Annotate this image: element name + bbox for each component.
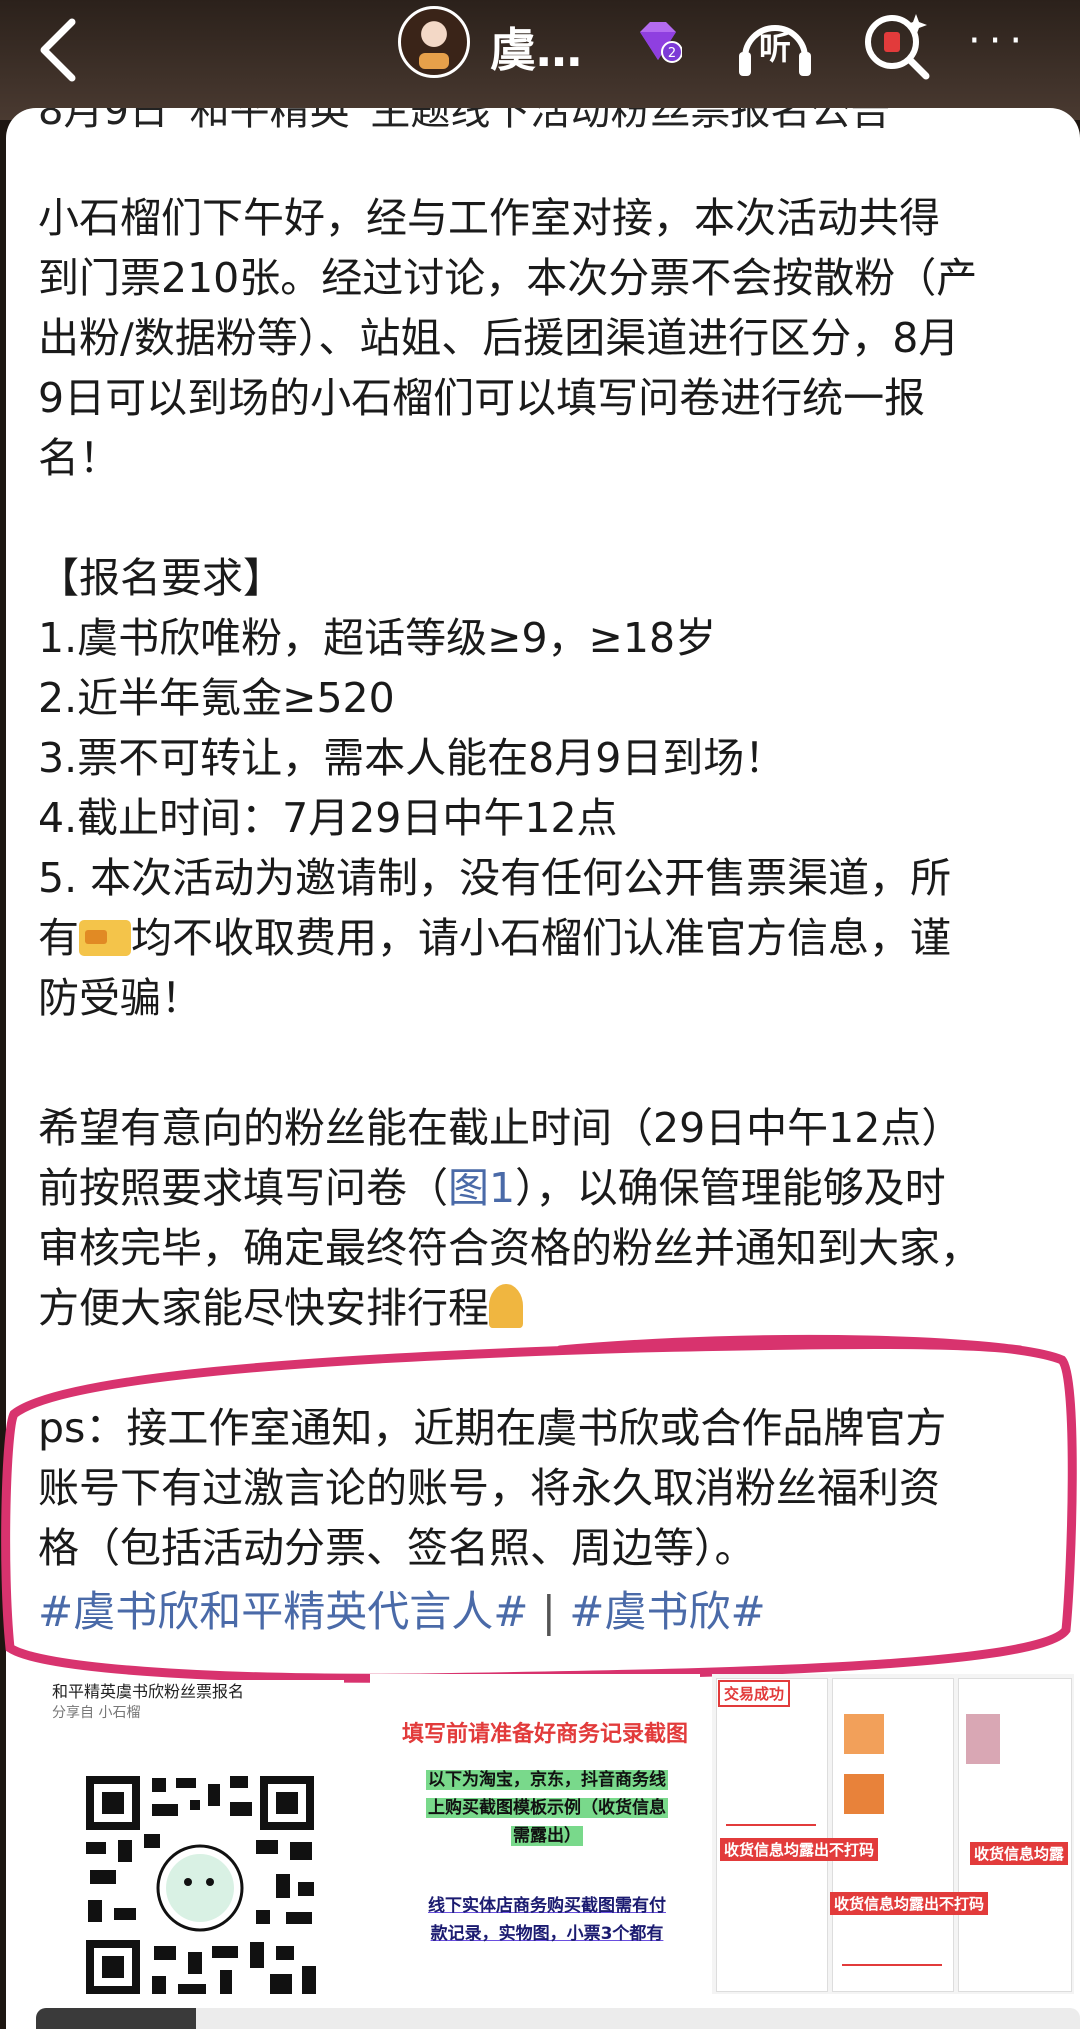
image-link[interactable]: 图1 — [448, 1164, 515, 1212]
text-line: 款记录，实物图，小票3个都有 — [430, 1924, 664, 1944]
listen-button[interactable]: 听 — [735, 6, 815, 82]
requirements-title: 【报名要求】 — [38, 554, 284, 602]
requirement-item: 4.截止时间：7月29日中午12点 — [38, 794, 618, 842]
image-title: 和平精英虞书欣粉丝票报名 — [52, 1682, 245, 1701]
note-label: 收货信息均露出不打码 — [830, 1892, 989, 1915]
username[interactable]: 虞… — [490, 14, 582, 80]
requirement-item: 2.近半年氪金≥520 — [38, 674, 395, 722]
text-fragment: 有 — [38, 914, 79, 962]
note-label: 收货信息均露出不打码 — [720, 1838, 879, 1861]
image-subtitle: 分享自 小石榴 — [52, 1705, 141, 1721]
image-heading: 填写前请准备好商务记录截图 — [402, 1722, 689, 1747]
post-paragraph-deadline: 希望有意向的粉丝能在截止时间（29日中午12点） 前按照要求填写问卷（图1），以… — [38, 1098, 1048, 1338]
product-thumbnail — [966, 1714, 1000, 1764]
hashtag-link[interactable]: #虞书欣# — [569, 1587, 765, 1636]
top-bar: 虞… 2 听 ··· — [0, 0, 1080, 120]
highlight-line — [842, 1964, 942, 1966]
text-line: 以下为淘宝，京东，抖音商务线 — [426, 1770, 668, 1790]
diamond-badge-icon[interactable]: 2 — [634, 20, 682, 64]
requirement-item: 1.虞书欣唯粉，超话等级≥9，≥18岁 — [38, 614, 717, 662]
text-line: 线下实体店商务购买截图需有付 — [428, 1896, 666, 1916]
status-label: 交易成功 — [718, 1680, 791, 1707]
hashtag-separator: | — [528, 1587, 570, 1636]
text-fragment: ），以确保管理能够及时 — [515, 1164, 946, 1212]
text-line: 出粉/数据粉等）、站姐、后援团渠道进行区分，8月 — [38, 314, 960, 362]
requirement-item-cont: 防受骗！ — [38, 974, 202, 1022]
requirement-item: 5. 本次活动为邀请制，没有任何公开售票渠道，所 — [38, 854, 952, 902]
text-line: 账号下有过激言论的账号，将永久取消粉丝福利资 — [38, 1464, 940, 1512]
qr-code-icon — [80, 1770, 320, 2000]
purchase-screenshot-image[interactable]: 交易成功 收货信息均露出不打码 收货信息均露出不打码 收货信息均露 — [712, 1674, 1074, 1994]
image-blue-note: 线下实体店商务购买截图需有付 款记录，实物图，小票3个都有 — [402, 1892, 692, 1948]
text-line: 上购买截图模板示例（收货信息 — [426, 1798, 668, 1818]
text-fragment: 方便大家能尽快安排行程 — [38, 1284, 489, 1332]
listen-label: 听 — [758, 29, 791, 67]
product-thumbnail — [844, 1774, 884, 1814]
avatar[interactable] — [398, 6, 470, 78]
screenshot-panel — [716, 1678, 828, 1992]
post-paragraph-intro: 小石榴们下午好，经与工作室对接，本次活动共得 到门票210张。经过讨论，本次分票… — [38, 188, 1048, 488]
requirement-item: 3.票不可转让，需本人能在8月9日到场！ — [38, 734, 786, 782]
badge-number: 2 — [668, 46, 676, 61]
text-line: 名！ — [38, 434, 120, 482]
product-thumbnail — [844, 1714, 884, 1754]
text-line: 审核完毕，确定最终符合资格的粉丝并通知到大家， — [38, 1224, 981, 1272]
post-title: 8月9日“和平精英”主题线下活动粉丝票报名公告 — [38, 108, 891, 134]
text-line: 到门票210张。经过讨论，本次分票不会按散粉（产 — [38, 254, 978, 302]
text-line: 需露出） — [511, 1826, 583, 1846]
requirement-item-cont: 有 均不收取费用，请小石榴们认准官方信息，谨 — [38, 908, 1048, 968]
next-post-thumbnail — [36, 2008, 196, 2029]
text-line: 小石榴们下午好，经与工作室对接，本次活动共得 — [38, 194, 940, 242]
text-line: 9日可以到场的小石榴们可以填写问卷进行统一报 — [38, 374, 926, 422]
image-green-note: 以下为淘宝，京东，抖音商务线 上购买截图模板示例（收货信息 需露出） — [402, 1766, 692, 1850]
chevron-left-icon[interactable] — [28, 14, 98, 84]
requirements-section: 【报名要求】 1.虞书欣唯粉，超话等级≥9，≥18岁 2.近半年氪金≥520 3… — [38, 548, 1048, 1028]
text-line: 希望有意向的粉丝能在截止时间（29日中午12点） — [38, 1104, 963, 1152]
note-label: 收货信息均露 — [970, 1842, 1069, 1865]
text-fragment: 均不收取费用，请小石榴们认准官方信息，谨 — [131, 914, 951, 962]
text-line: ps：接工作室通知，近期在虞书欣或合作品牌官方 — [38, 1404, 947, 1452]
text-line: 方便大家能尽快安排行程 — [38, 1278, 1048, 1338]
text-line: 前按照要求填写问卷（图1），以确保管理能够及时 — [38, 1158, 1048, 1218]
search-icon[interactable] — [860, 6, 934, 80]
post-paragraph-ps: ps：接工作室通知，近期在虞书欣或合作品牌官方 账号下有过激言论的账号，将永久取… — [38, 1398, 1048, 1578]
text-fragment: 前按照要求填写问卷（ — [38, 1164, 448, 1212]
pray-icon — [489, 1284, 523, 1328]
hashtag-link[interactable]: #虞书欣和平精英代言人# — [38, 1587, 528, 1636]
more-icon[interactable]: ··· — [968, 18, 1058, 64]
hashtag-row: #虞书欣和平精英代言人# | #虞书欣# — [38, 1578, 766, 1639]
ticket-icon — [79, 920, 131, 956]
highlight-line — [726, 1824, 816, 1826]
text-line: 格（包括活动分票、签名照、周边等）。 — [38, 1524, 756, 1572]
